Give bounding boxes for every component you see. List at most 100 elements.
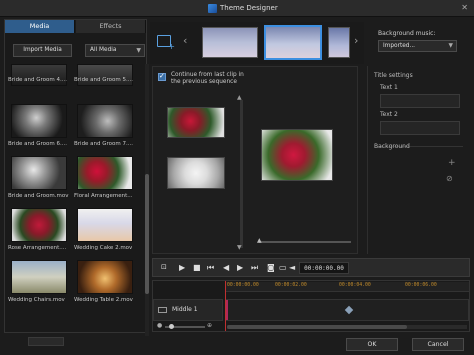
next-icon[interactable]: ⏭ xyxy=(251,263,258,273)
ruler-tick: 00:00:00.00 xyxy=(227,283,259,288)
window-title: Theme Designer xyxy=(220,4,278,12)
timeline-scrollbar[interactable] xyxy=(227,325,467,329)
zoom-out-icon[interactable]: ● xyxy=(157,322,162,329)
add-background-icon[interactable]: + xyxy=(448,158,456,168)
display-icon[interactable]: ▭ xyxy=(279,263,287,272)
title-settings-panel: Title settings Text 1 Text 2 Background … xyxy=(367,66,470,254)
toggle-preview-icon[interactable]: ⊡ xyxy=(161,263,167,271)
background-music-value: Imported... xyxy=(383,43,416,49)
chevron-down-icon: ▼ xyxy=(136,47,141,54)
media-thumbnail xyxy=(11,260,67,294)
chevron-right-icon[interactable]: › xyxy=(354,34,358,47)
zoom-in-icon[interactable]: ⊕ xyxy=(207,322,212,329)
track-name: Middle 1 xyxy=(172,306,198,313)
text2-label: Text 2 xyxy=(380,111,398,118)
media-item-label: Bride and Groom 6.... xyxy=(8,141,68,147)
add-template-icon[interactable] xyxy=(157,35,175,51)
stop-icon[interactable]: ■ xyxy=(193,263,201,272)
media-thumbnail xyxy=(11,156,67,190)
track-header[interactable]: Middle 1 xyxy=(153,299,223,321)
slider-up-icon[interactable]: ▲ xyxy=(237,94,242,101)
previous-icon[interactable]: ⏮ xyxy=(207,263,214,273)
play-icon[interactable]: ▶ xyxy=(179,263,185,272)
preview-main-image[interactable] xyxy=(261,129,333,181)
preview-clip-2[interactable] xyxy=(167,157,225,189)
playhead[interactable] xyxy=(225,281,226,331)
media-item[interactable]: Floral Arrangement... xyxy=(74,156,136,205)
media-item-label: Bride and Groom 7.... xyxy=(74,141,134,147)
chevron-left-icon[interactable]: ‹ xyxy=(183,34,187,47)
tab-media[interactable]: Media xyxy=(5,20,75,33)
track-icon xyxy=(158,307,167,313)
app-icon xyxy=(208,4,217,13)
template-thumbnail-selected[interactable] xyxy=(264,25,322,60)
snapshot-icon[interactable]: ◙ xyxy=(267,263,275,272)
cancel-button[interactable]: Cancel xyxy=(412,338,464,351)
background-music-label: Background music: xyxy=(378,30,436,37)
media-item-label: Floral Arrangement... xyxy=(74,193,133,199)
media-item-label: Bride and Groom.mov xyxy=(8,193,69,199)
close-icon[interactable]: ✕ xyxy=(461,3,468,12)
zoom-control: ● ⊕ xyxy=(157,322,221,331)
template-thumbnail[interactable] xyxy=(328,27,350,58)
media-thumbnail xyxy=(11,104,67,138)
timecode-display[interactable]: 00:00:00.00 xyxy=(299,262,349,274)
media-item[interactable]: Wedding Cake 2.mov xyxy=(74,208,136,257)
slider-down-icon[interactable]: ▼ xyxy=(237,244,242,251)
media-scrollbar[interactable] xyxy=(145,64,149,336)
panel-tabs: Media Effects xyxy=(5,20,146,33)
ok-button[interactable]: OK xyxy=(346,338,398,351)
media-item[interactable]: Wedding Chairs.mov xyxy=(8,260,70,309)
ruler-tick: 00:00:06.00 xyxy=(405,283,437,288)
timeline-ruler[interactable]: 00:00:00.00 00:00:02.00 00:00:04.00 00:0… xyxy=(225,282,469,292)
media-thumbnail xyxy=(77,260,133,294)
vertical-slider[interactable]: ▲ ▼ xyxy=(237,94,243,251)
zoom-handle[interactable] xyxy=(169,324,174,329)
text1-field[interactable] xyxy=(380,94,460,108)
media-item[interactable]: Rose Arrangement.... xyxy=(8,208,70,257)
media-grid: Bride and Groom 4.... Bride and Groom 5.… xyxy=(8,64,138,326)
media-item-label: Wedding Cake 2.mov xyxy=(74,245,133,251)
chevron-down-icon: ▼ xyxy=(448,43,453,49)
volume-icon[interactable]: ◄ xyxy=(289,263,295,272)
ruler-tick: 00:00:04.00 xyxy=(339,283,371,288)
timeline: 00:00:00.00 00:00:02.00 00:00:04.00 00:0… xyxy=(152,280,470,332)
media-thumbnail xyxy=(77,156,133,190)
track-lane[interactable] xyxy=(225,299,469,321)
preview-clip-1[interactable] xyxy=(167,107,225,138)
view-toggle[interactable] xyxy=(28,337,64,346)
text1-label: Text 1 xyxy=(380,84,398,91)
tab-effects[interactable]: Effects xyxy=(76,20,146,33)
media-panel: Media Effects Import Media All Media ▼ B… xyxy=(4,19,149,346)
continue-label: Continue from last clip in the previous … xyxy=(171,72,244,85)
text2-field[interactable] xyxy=(380,121,460,135)
background-music-select[interactable]: Imported... ▼ xyxy=(378,40,457,52)
media-thumbnail xyxy=(11,208,67,242)
track-clip[interactable] xyxy=(226,300,228,320)
preview-scrubber[interactable]: ▲ xyxy=(257,237,351,244)
timeline-scroll-thumb[interactable] xyxy=(227,325,407,329)
step-back-icon[interactable]: ◀ xyxy=(223,263,229,272)
ruler-tick: 00:00:02.00 xyxy=(275,283,307,288)
media-thumbnail xyxy=(77,208,133,242)
media-thumbnail xyxy=(77,104,133,138)
keyframe-icon[interactable] xyxy=(344,305,354,315)
preview-area: Continue from last clip in the previous … xyxy=(152,66,358,254)
scrubber-handle-icon[interactable]: ▲ xyxy=(257,237,262,244)
media-item[interactable]: Bride and Groom 5.... xyxy=(74,52,136,101)
continue-checkbox[interactable] xyxy=(158,72,166,81)
title-bar: Theme Designer ✕ xyxy=(0,0,474,17)
template-thumbnail[interactable] xyxy=(202,27,258,58)
media-item-label: Wedding Table 2.mov xyxy=(74,297,133,303)
media-item[interactable]: Bride and Groom.mov xyxy=(8,156,70,205)
media-item[interactable]: Bride and Groom 7.... xyxy=(74,104,136,153)
media-item[interactable]: Wedding Table 2.mov xyxy=(74,260,136,309)
remove-background-icon[interactable]: ⊘ xyxy=(446,174,453,183)
media-item[interactable]: Bride and Groom 4.... xyxy=(8,52,70,101)
transport-bar: ⊡ ▶ ■ ⏮ ◀ ▶ ⏭ ◙ ▭ ◄ 00:00:00.00 xyxy=(152,258,470,277)
step-forward-icon[interactable]: ▶ xyxy=(237,263,243,272)
scrollbar-thumb[interactable] xyxy=(145,174,149,294)
media-item[interactable]: Bride and Groom 6.... xyxy=(8,104,70,153)
template-strip: ‹ › xyxy=(150,22,364,64)
title-settings-header: Title settings xyxy=(374,72,413,79)
